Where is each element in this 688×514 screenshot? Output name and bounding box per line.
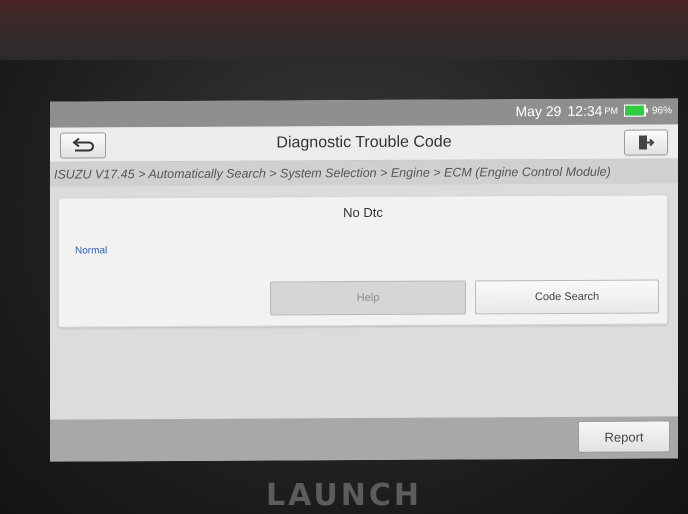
result-panel: No Dtc Normal Help Code Search — [58, 194, 668, 328]
result-heading: No Dtc — [343, 204, 383, 221]
battery-icon — [623, 104, 646, 117]
battery-level-fill — [624, 105, 645, 116]
screen: May 29 12:34 PM 96% Diagnostic Trouble C… — [50, 98, 678, 462]
status-area: May 29 12:34 PM 96% — [516, 102, 672, 119]
exit-button[interactable] — [624, 129, 668, 156]
breadcrumb: ISUZU V17.45 > Automatically Search > Sy… — [50, 159, 678, 187]
status-date: May 29 — [515, 102, 562, 120]
device-frame: May 29 12:34 PM 96% Diagnostic Trouble C… — [0, 0, 688, 514]
page-title: Diagnostic Trouble Code — [276, 133, 452, 152]
title-bar: Diagnostic Trouble Code — [50, 124, 678, 163]
status-time: 12:34 — [567, 102, 603, 119]
code-search-button[interactable]: Code Search — [475, 279, 659, 315]
status-bar: May 29 12:34 PM 96% — [50, 98, 678, 128]
system-status: Normal — [75, 245, 108, 257]
exit-icon — [639, 135, 655, 150]
device-brand-logo: LAUNCH — [265, 478, 422, 513]
report-button[interactable]: Report — [578, 420, 670, 453]
device-top-bezel — [0, 0, 688, 60]
help-button[interactable]: Help — [270, 280, 466, 316]
footer-bar: Report — [50, 416, 678, 462]
battery-percent: 96% — [651, 104, 672, 116]
status-ampm: PM — [604, 105, 618, 116]
